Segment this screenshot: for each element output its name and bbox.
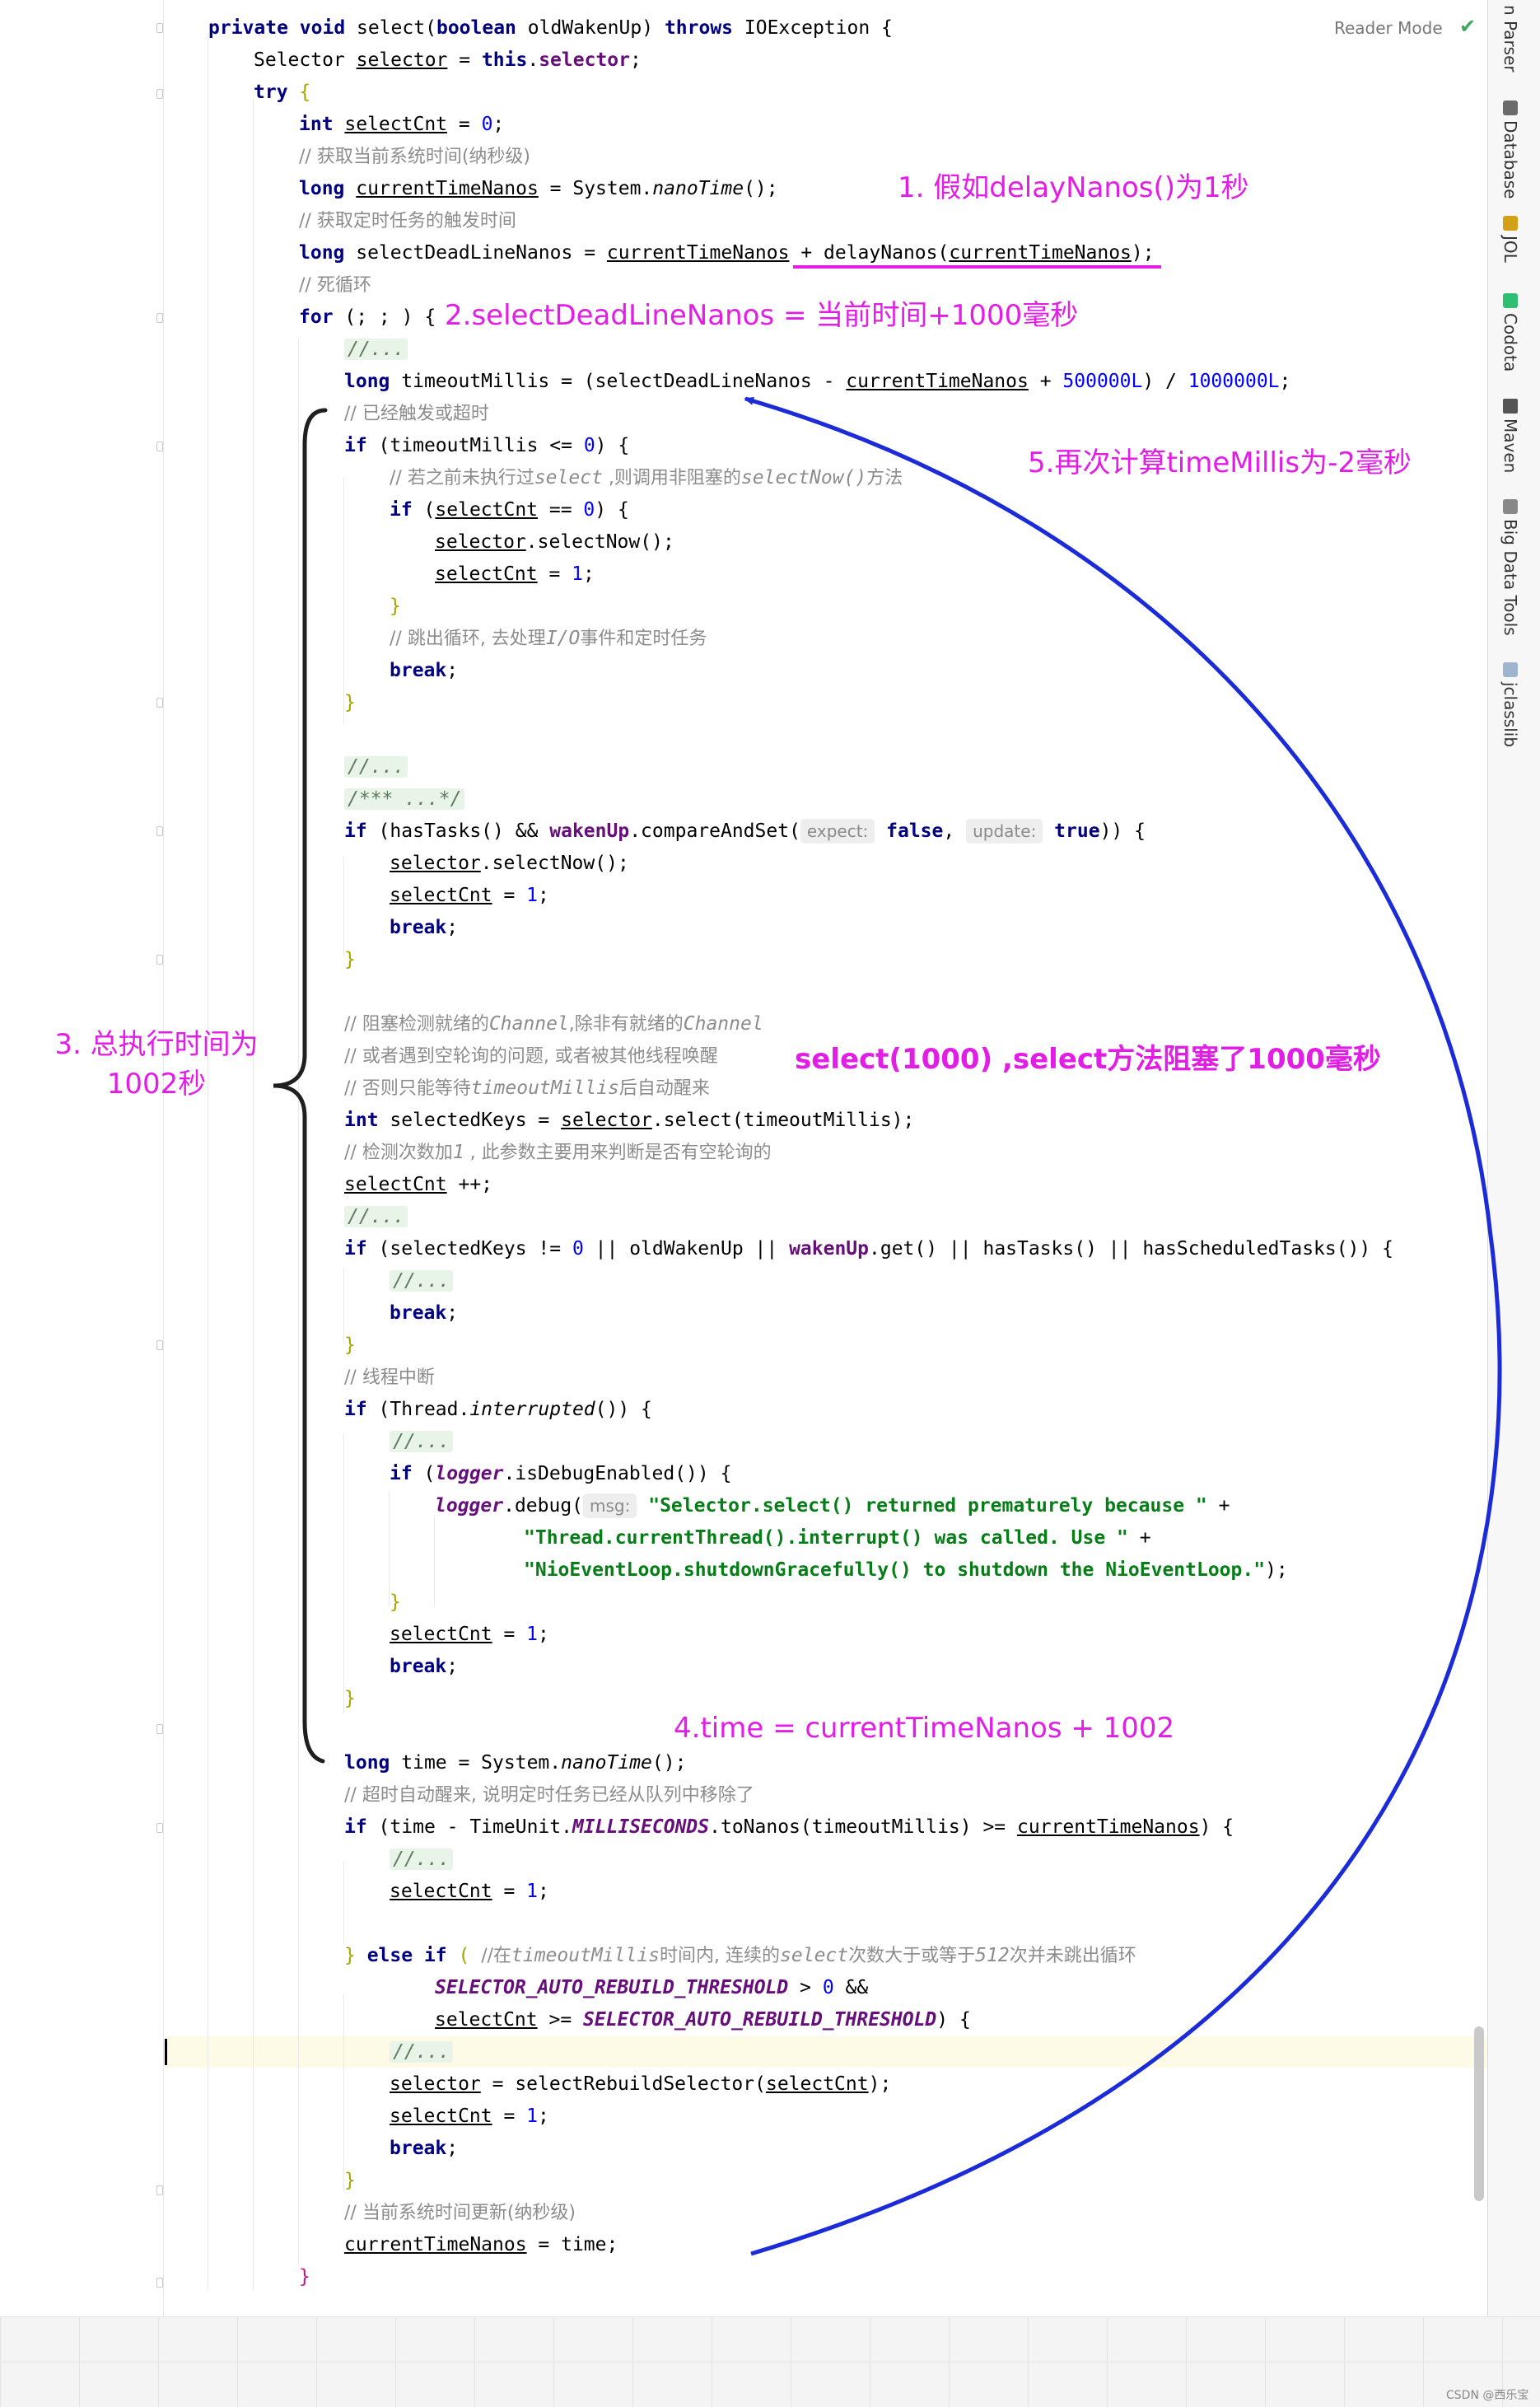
annotation-1: 1. 假如delayNanos()为1秒	[898, 171, 1249, 204]
loop-arrow	[744, 396, 1502, 2256]
annotation-select: select(1000) ,select方法阻塞了1000毫秒	[795, 1043, 1381, 1076]
annotation-2: 2.selectDeadLineNanos = 当前时间+1000毫秒	[445, 299, 1079, 332]
annotation-5: 5.再次计算timeMillis为-2毫秒	[1028, 446, 1412, 479]
ide-screenshot: private void select(boolean oldWakenUp) …	[0, 0, 1540, 2407]
total-time-brace	[273, 408, 328, 1764]
annotation-4: 4.time = currentTimeNanos + 1002	[674, 1712, 1175, 1745]
annotation-overlay	[273, 265, 1502, 2256]
annotation-3: 3. 总执行时间为 1002秒	[54, 1028, 259, 1101]
